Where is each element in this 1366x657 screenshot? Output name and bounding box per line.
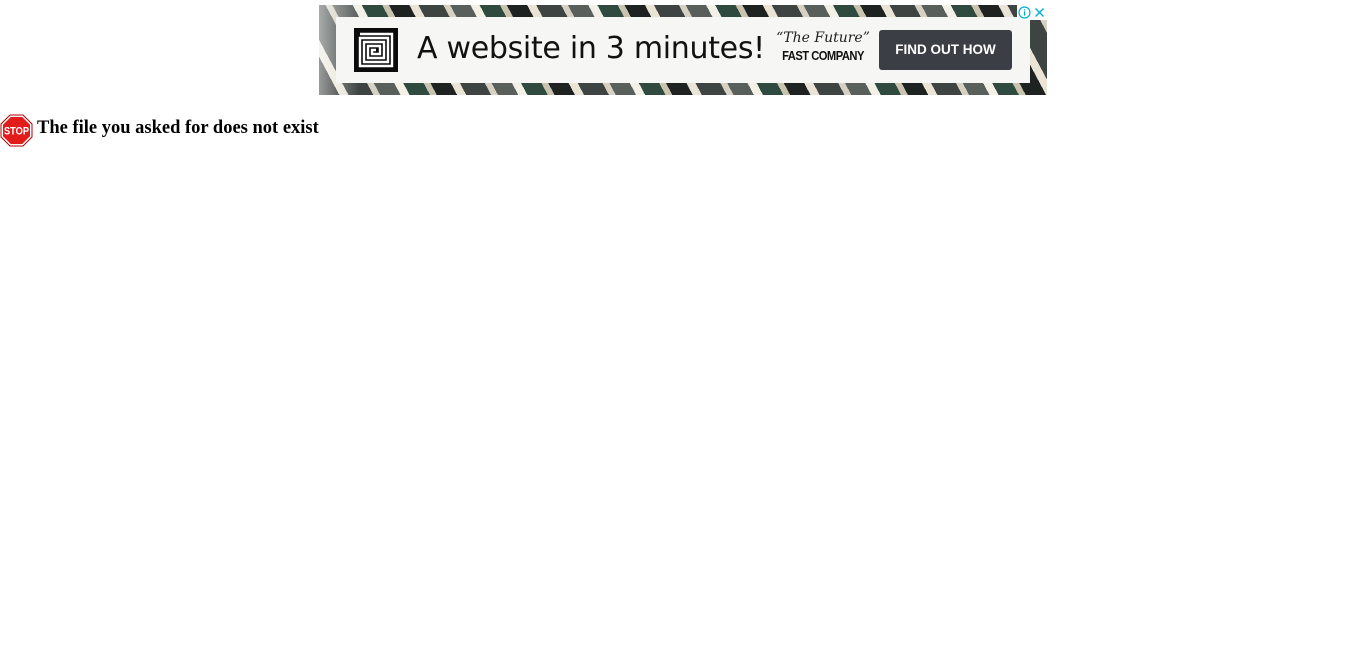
ad-quote: “The Future” bbox=[776, 30, 870, 46]
stop-sign-icon: STOP bbox=[0, 114, 33, 146]
ad-content-panel: A website in 3 minutes! “The Future” FAS… bbox=[336, 17, 1030, 83]
error-message: The file you asked for does not exist bbox=[37, 117, 319, 138]
error-message-row: STOP The file you asked for does not exi… bbox=[0, 113, 319, 147]
maze-square-logo-icon bbox=[354, 28, 398, 72]
ad-banner[interactable]: A website in 3 minutes! “The Future” FAS… bbox=[319, 5, 1047, 95]
ad-headline: A website in 3 minutes! bbox=[417, 31, 765, 66]
ad-choices-info-icon[interactable] bbox=[1017, 5, 1032, 20]
find-out-how-button[interactable]: FIND OUT HOW bbox=[879, 30, 1012, 70]
ad-brand-logo: FAST COMPANY bbox=[782, 48, 864, 63]
ad-close-icon[interactable] bbox=[1032, 5, 1047, 20]
stop-sign-text: STOP bbox=[4, 125, 29, 137]
